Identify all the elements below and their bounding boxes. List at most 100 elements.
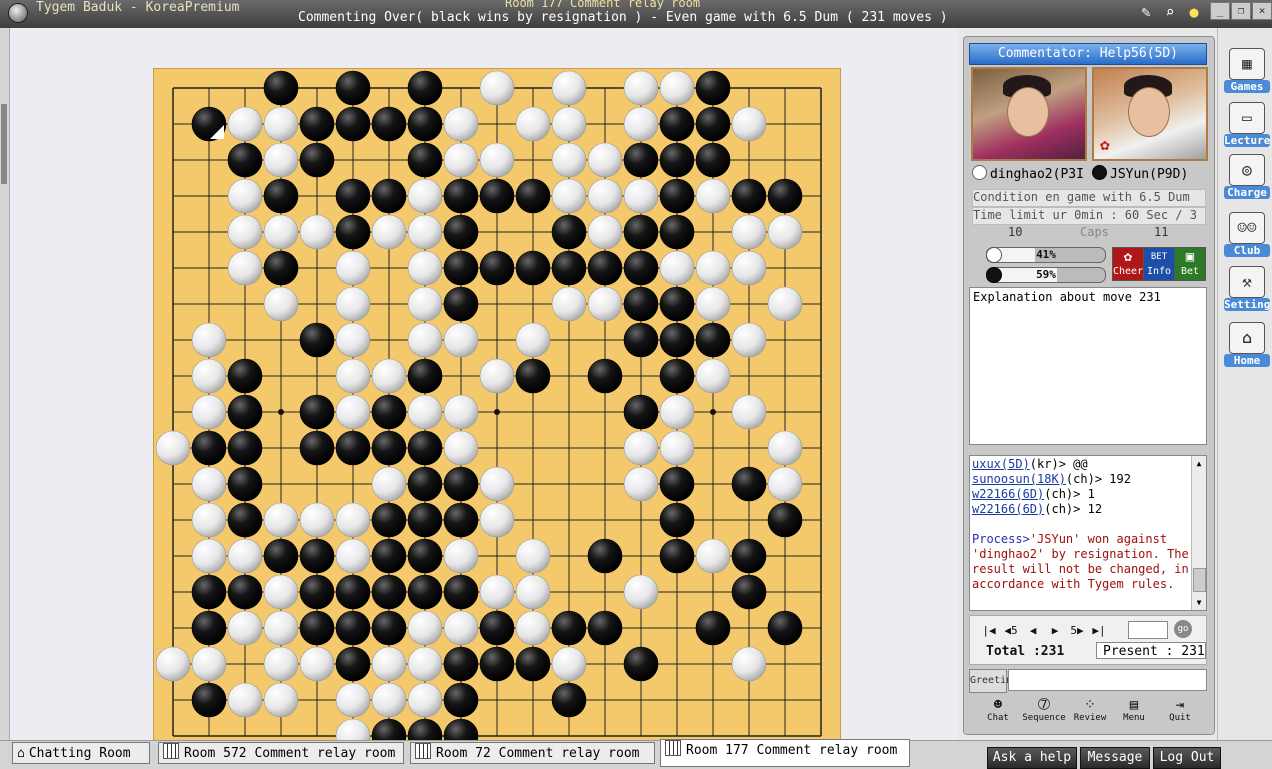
black-stone[interactable] bbox=[227, 430, 263, 466]
greeting-button[interactable]: Greeting bbox=[969, 669, 1018, 693]
white-stone[interactable] bbox=[155, 430, 191, 466]
white-stone[interactable] bbox=[551, 142, 587, 178]
white-stone[interactable] bbox=[659, 430, 695, 466]
white-stone[interactable] bbox=[263, 106, 299, 142]
black-stone[interactable] bbox=[515, 646, 551, 682]
prev-move-button[interactable]: ◀ bbox=[1024, 624, 1042, 637]
black-stone[interactable] bbox=[767, 178, 803, 214]
black-stone[interactable] bbox=[371, 574, 407, 610]
black-stone[interactable] bbox=[227, 502, 263, 538]
black-stone[interactable] bbox=[263, 70, 299, 106]
white-stone[interactable] bbox=[695, 538, 731, 574]
white-stone[interactable] bbox=[587, 142, 623, 178]
sidebar-club[interactable]: ☺☺ Club bbox=[1222, 210, 1272, 260]
black-stone[interactable] bbox=[407, 142, 443, 178]
white-stone[interactable] bbox=[191, 358, 227, 394]
black-stone[interactable] bbox=[407, 358, 443, 394]
white-stone[interactable] bbox=[695, 250, 731, 286]
chat-user-link[interactable]: w22166(6D) bbox=[972, 487, 1044, 501]
black-stone[interactable] bbox=[227, 142, 263, 178]
white-stone[interactable] bbox=[263, 142, 299, 178]
white-stone[interactable] bbox=[263, 286, 299, 322]
black-stone[interactable] bbox=[623, 214, 659, 250]
black-stone[interactable] bbox=[515, 250, 551, 286]
white-stone[interactable] bbox=[299, 214, 335, 250]
white-stone[interactable] bbox=[515, 106, 551, 142]
white-stone[interactable] bbox=[443, 430, 479, 466]
black-stone[interactable] bbox=[407, 466, 443, 502]
white-stone[interactable] bbox=[371, 214, 407, 250]
restore-icon[interactable]: ❐ bbox=[1231, 2, 1251, 20]
black-stone[interactable] bbox=[443, 682, 479, 718]
black-stone[interactable] bbox=[407, 574, 443, 610]
black-stone[interactable] bbox=[443, 574, 479, 610]
white-stone[interactable] bbox=[335, 322, 371, 358]
black-stone[interactable] bbox=[191, 430, 227, 466]
scroll-thumb[interactable] bbox=[1193, 568, 1206, 592]
black-stone[interactable] bbox=[443, 214, 479, 250]
black-stone[interactable] bbox=[299, 610, 335, 646]
black-stone[interactable] bbox=[371, 502, 407, 538]
white-stone[interactable] bbox=[191, 502, 227, 538]
white-stone[interactable] bbox=[335, 502, 371, 538]
white-stone[interactable] bbox=[767, 466, 803, 502]
white-stone[interactable] bbox=[407, 682, 443, 718]
white-stone[interactable] bbox=[623, 106, 659, 142]
black-stone[interactable] bbox=[659, 322, 695, 358]
black-stone[interactable] bbox=[335, 574, 371, 610]
black-stone[interactable] bbox=[587, 610, 623, 646]
white-stone[interactable] bbox=[227, 682, 263, 718]
black-stone[interactable] bbox=[443, 250, 479, 286]
white-stone[interactable] bbox=[515, 322, 551, 358]
sidebar-charge[interactable]: ◎ Charge bbox=[1222, 152, 1272, 202]
white-stone[interactable] bbox=[623, 466, 659, 502]
black-stone[interactable] bbox=[659, 286, 695, 322]
black-stone[interactable] bbox=[299, 430, 335, 466]
black-stone[interactable] bbox=[335, 430, 371, 466]
black-stone[interactable] bbox=[335, 178, 371, 214]
white-stone[interactable] bbox=[263, 502, 299, 538]
white-stone[interactable] bbox=[479, 358, 515, 394]
black-stone[interactable] bbox=[227, 574, 263, 610]
white-stone[interactable] bbox=[227, 214, 263, 250]
white-stone[interactable] bbox=[515, 574, 551, 610]
black-stone[interactable] bbox=[263, 178, 299, 214]
white-stone[interactable] bbox=[191, 394, 227, 430]
white-stone[interactable] bbox=[479, 466, 515, 502]
black-stone[interactable] bbox=[695, 610, 731, 646]
sidebar-home[interactable]: ⌂ Home bbox=[1222, 320, 1272, 370]
tab-room-72[interactable]: Room 72 Comment relay room bbox=[410, 742, 655, 764]
white-stone[interactable] bbox=[299, 646, 335, 682]
black-stone[interactable] bbox=[479, 250, 515, 286]
chat-log[interactable]: uxux(5D)(kr)> @@ sunoosun(18K)(ch)> 192 … bbox=[969, 455, 1207, 611]
black-stone[interactable] bbox=[623, 322, 659, 358]
black-stone[interactable] bbox=[731, 538, 767, 574]
white-stone[interactable] bbox=[227, 178, 263, 214]
white-stone[interactable] bbox=[407, 394, 443, 430]
black-stone[interactable] bbox=[299, 538, 335, 574]
white-stone[interactable] bbox=[731, 646, 767, 682]
black-stone[interactable] bbox=[299, 142, 335, 178]
black-stone[interactable] bbox=[371, 394, 407, 430]
bet-button[interactable]: ▣ Bet bbox=[1174, 247, 1206, 281]
white-stone[interactable] bbox=[515, 538, 551, 574]
black-stone[interactable] bbox=[299, 106, 335, 142]
white-stone[interactable] bbox=[335, 358, 371, 394]
white-stone[interactable] bbox=[227, 250, 263, 286]
white-stone[interactable] bbox=[371, 682, 407, 718]
black-stone[interactable] bbox=[731, 178, 767, 214]
black-stone[interactable] bbox=[407, 430, 443, 466]
black-stone[interactable] bbox=[731, 574, 767, 610]
black-stone[interactable] bbox=[659, 502, 695, 538]
white-stone[interactable] bbox=[551, 106, 587, 142]
white-stone[interactable] bbox=[371, 646, 407, 682]
chat-button[interactable]: ☻ Chat bbox=[976, 697, 1020, 723]
black-stone[interactable] bbox=[659, 358, 695, 394]
black-stone[interactable] bbox=[299, 574, 335, 610]
black-stone[interactable] bbox=[443, 646, 479, 682]
next-move-button[interactable]: ▶ bbox=[1046, 624, 1064, 637]
black-stone[interactable] bbox=[371, 106, 407, 142]
black-stone[interactable] bbox=[659, 178, 695, 214]
message-button[interactable]: Message bbox=[1080, 747, 1150, 769]
black-stone[interactable] bbox=[479, 178, 515, 214]
